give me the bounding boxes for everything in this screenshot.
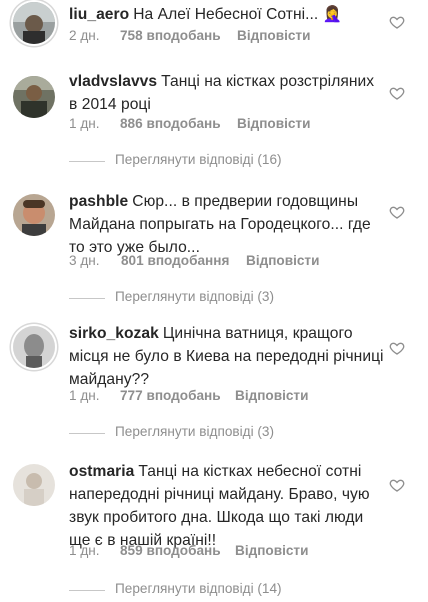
avatar[interactable] (13, 194, 55, 236)
heart-outline-icon[interactable] (389, 14, 405, 30)
reply-button[interactable]: Відповісти (246, 253, 319, 268)
username[interactable]: vladvslavvs (69, 73, 157, 90)
view-replies-label: Переглянути відповіді (16) (115, 152, 282, 167)
view-replies-label: Переглянути відповіді (3) (115, 424, 274, 439)
reply-button[interactable]: Відповісти (237, 116, 310, 131)
username[interactable]: ostmaria (69, 463, 134, 480)
comment-meta: 2 дн. 758 вподобань Відповісти (69, 28, 310, 48)
comment-text: pashble Сюр... в предверии годовщины Майд… (69, 190, 385, 259)
comment: pashble Сюр... в предверии годовщины Майд… (0, 182, 428, 312)
comment-body: На Алеї Небесної Сотні... (133, 6, 319, 23)
comment: liu_aero На Алеї Небесної Сотні... 🤦‍♀️ 2… (0, 0, 428, 52)
divider (69, 161, 105, 162)
likes-count[interactable]: 777 вподобань (120, 388, 221, 403)
comment: sirko_kozak Цинічна ватниця, кращого місц… (0, 312, 428, 450)
facepalm-emoji-icon: 🤦‍♀️ (322, 6, 343, 23)
timestamp: 1 дн. (69, 116, 100, 131)
view-replies-label: Переглянути відповіді (3) (115, 289, 274, 304)
timestamp: 2 дн. (69, 28, 100, 43)
divider (69, 590, 105, 591)
likes-count[interactable]: 758 вподобань (120, 28, 221, 43)
heart-outline-icon[interactable] (389, 340, 405, 356)
view-replies-button[interactable]: Переглянути відповіді (3) (69, 289, 309, 309)
view-replies-button[interactable]: Переглянути відповіді (16) (69, 152, 309, 172)
reply-button[interactable]: Відповісти (235, 543, 308, 558)
comment: ostmaria Танці на кістках небесної сотні … (0, 450, 428, 602)
heart-outline-icon[interactable] (389, 85, 405, 101)
comment-meta: 1 дн. 886 вподобань Відповісти (69, 116, 310, 136)
divider (69, 433, 105, 434)
timestamp: 1 дн. (69, 543, 100, 558)
comment-text: vladvslavvs Танці на кістках розстріляних… (69, 70, 385, 116)
avatar[interactable] (13, 326, 55, 368)
username[interactable]: liu_aero (69, 6, 129, 23)
view-replies-label: Переглянути відповіді (14) (115, 581, 282, 596)
username[interactable]: pashble (69, 193, 128, 210)
comment-meta: 1 дн. 859 вподобань Відповісти (69, 543, 309, 563)
likes-count[interactable]: 801 вподобання (121, 253, 229, 268)
view-replies-button[interactable]: Переглянути відповіді (3) (69, 424, 309, 444)
comment: vladvslavvs Танці на кістках розстріляних… (0, 62, 428, 182)
reply-button[interactable]: Відповісти (235, 388, 308, 403)
avatar[interactable] (13, 76, 55, 118)
likes-count[interactable]: 859 вподобань (120, 543, 221, 558)
timestamp: 1 дн. (69, 388, 100, 403)
divider (69, 298, 105, 299)
timestamp: 3 дн. (69, 253, 100, 268)
comment-meta: 1 дн. 777 вподобань Відповісти (69, 388, 309, 408)
likes-count[interactable]: 886 вподобань (120, 116, 221, 131)
avatar[interactable] (13, 464, 55, 506)
username[interactable]: sirko_kozak (69, 325, 159, 342)
comment-text: liu_aero На Алеї Небесної Сотні... 🤦‍♀️ (69, 3, 385, 26)
heart-outline-icon[interactable] (389, 204, 405, 220)
view-replies-button[interactable]: Переглянути відповіді (14) (69, 581, 309, 601)
heart-outline-icon[interactable] (389, 477, 405, 493)
avatar[interactable] (13, 2, 55, 44)
comment-text: ostmaria Танці на кістках небесної сотні … (69, 460, 385, 552)
reply-button[interactable]: Відповісти (237, 28, 310, 43)
comment-text: sirko_kozak Цинічна ватниця, кращого місц… (69, 322, 385, 391)
comment-meta: 3 дн. 801 вподобання Відповісти (69, 253, 329, 273)
